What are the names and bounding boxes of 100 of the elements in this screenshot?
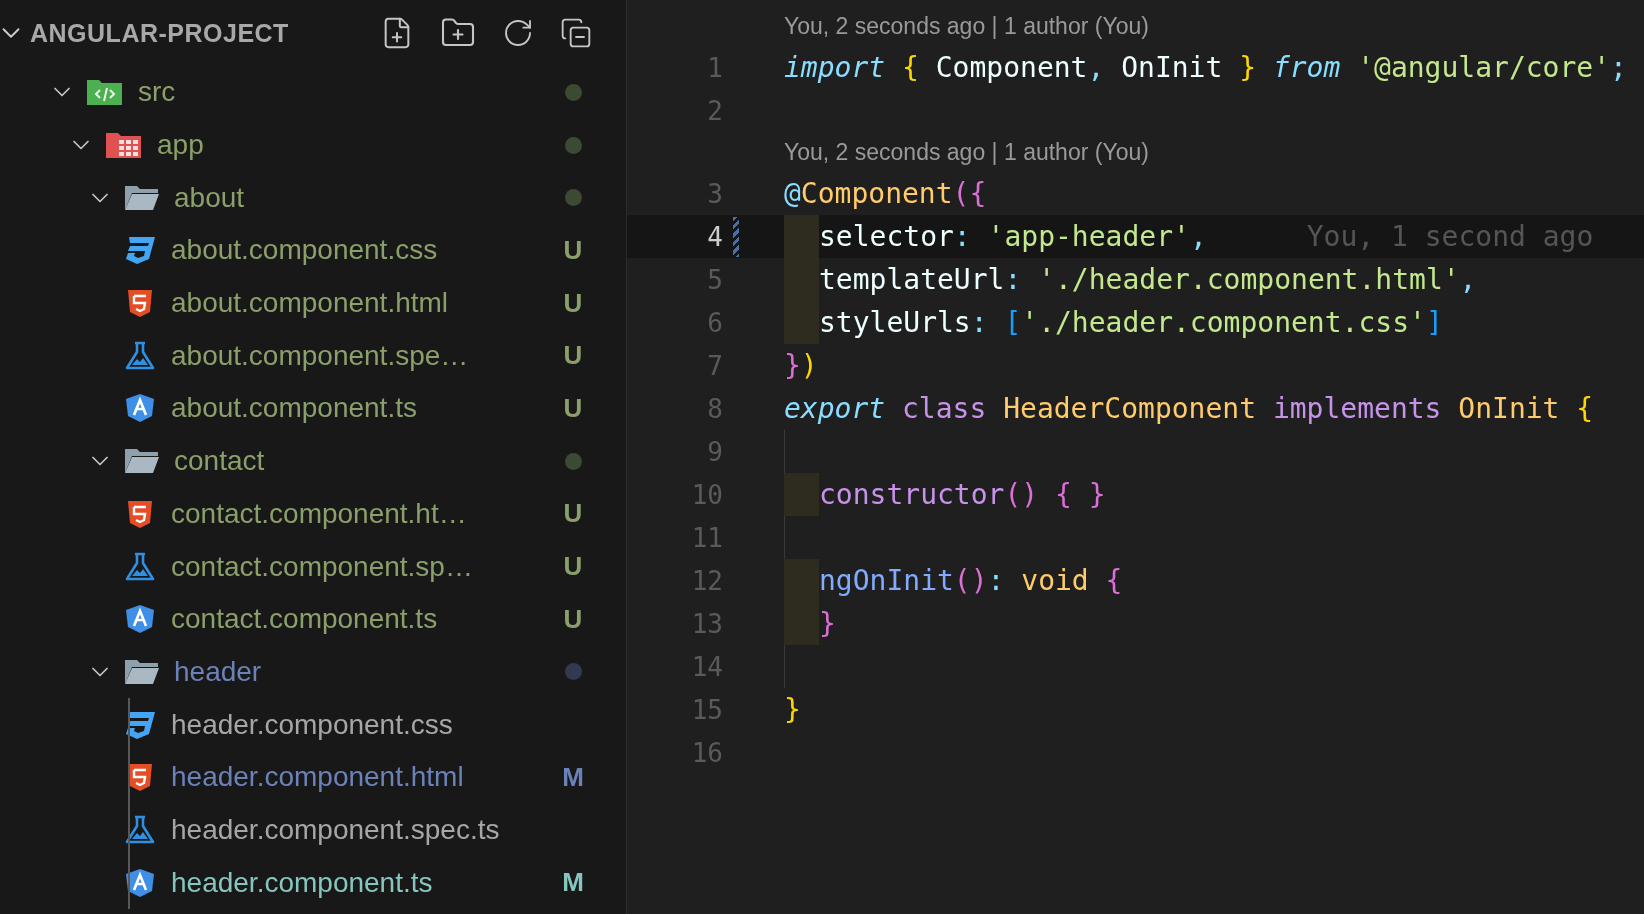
flask-icon xyxy=(123,340,157,371)
code-token: : xyxy=(1004,263,1023,296)
file-name: about.component.css xyxy=(171,234,439,267)
file-row[interactable]: contact.component.ht… U xyxy=(0,487,626,541)
code-token: styleUrls xyxy=(819,306,971,339)
file-row[interactable]: about.component.css U xyxy=(0,224,626,277)
git-status: U xyxy=(562,340,584,372)
folder-icon xyxy=(124,447,160,476)
code-token: OnInit xyxy=(1458,392,1561,425)
line-number: 1 xyxy=(706,52,723,83)
file-name: header xyxy=(174,655,263,688)
file-name: header.component.spec.ts xyxy=(171,813,501,846)
code-token: 'app-header' xyxy=(987,220,1190,253)
code-token: ; xyxy=(1610,51,1627,84)
status-dot xyxy=(565,452,582,470)
project-title[interactable]: ANGULAR-PROJECT xyxy=(30,18,358,48)
code-token: import xyxy=(784,51,887,84)
line-number: 10 xyxy=(690,479,723,510)
file-row[interactable]: about.component.ts U xyxy=(0,382,626,435)
code-token: OnInit xyxy=(1120,51,1224,84)
code-token: { xyxy=(969,177,987,210)
code-token: ( xyxy=(952,177,970,210)
line-number: 14 xyxy=(690,651,723,682)
code-token: './header.component.css' xyxy=(1021,306,1426,339)
code-token: { xyxy=(1576,392,1594,425)
code-token: ] xyxy=(1425,306,1443,339)
line-number: 7 xyxy=(706,350,723,381)
line-number: 3 xyxy=(706,178,723,209)
git-status: U xyxy=(562,551,584,583)
line-number: 16 xyxy=(690,737,723,768)
file-row[interactable]: header.component.html M xyxy=(0,750,626,804)
code-token: () { } xyxy=(1004,478,1106,511)
status-dot xyxy=(565,83,582,101)
code-token: ) xyxy=(800,349,818,382)
flask-icon xyxy=(123,814,157,845)
status-dot xyxy=(565,189,582,207)
file-name: src xyxy=(138,76,177,109)
file-name: contact.component.ts xyxy=(171,603,439,636)
folder-row[interactable]: contact xyxy=(0,434,626,488)
git-status: U xyxy=(562,603,584,635)
code-token: export xyxy=(784,392,887,425)
file-name: contact xyxy=(174,445,266,478)
codelens-text[interactable]: You, 2 seconds ago | 1 author (You) xyxy=(784,12,1149,40)
file-name: header.component.ts xyxy=(171,866,434,899)
angular-icon xyxy=(123,393,157,424)
folder-row[interactable]: app xyxy=(0,118,626,172)
line-number: 4 xyxy=(706,221,723,252)
code-token: { xyxy=(902,51,919,84)
file-row[interactable]: about.component.html U xyxy=(0,276,626,330)
line-number: 13 xyxy=(690,608,723,639)
file-name: about.component.html xyxy=(171,287,450,320)
code-token: [ xyxy=(1004,306,1022,339)
line-number: 15 xyxy=(690,694,723,725)
css-icon xyxy=(123,709,157,740)
line-number: 9 xyxy=(706,436,723,467)
file-name: contact.component.sp… xyxy=(171,550,474,583)
code-token: Component xyxy=(934,51,1088,84)
code-token: @ xyxy=(784,177,801,210)
code-token: HeaderComponent xyxy=(1003,392,1258,425)
file-row[interactable]: header.component.spec.ts xyxy=(0,803,626,857)
angular-icon xyxy=(123,604,157,635)
line-number: 5 xyxy=(706,264,723,295)
git-status: M xyxy=(561,761,585,793)
code-token: } xyxy=(784,349,801,382)
code-token: : xyxy=(987,564,1006,597)
code-token: void xyxy=(1021,564,1090,597)
folder-row[interactable]: header xyxy=(0,645,626,699)
file-name: about.component.spe… xyxy=(171,339,470,372)
line-number: 12 xyxy=(690,565,723,596)
file-name: header.component.css xyxy=(171,708,454,741)
code-token: ngOnInit xyxy=(819,564,954,597)
code-folder-icon xyxy=(86,77,124,108)
code-token: '@angular/core' xyxy=(1357,51,1611,84)
code-token: templateUrl xyxy=(819,263,1005,296)
code-token: './header.component.html' xyxy=(1038,263,1460,296)
status-dot xyxy=(565,663,582,681)
code-token: } xyxy=(1239,51,1258,84)
flask-icon xyxy=(123,551,157,582)
folder-row[interactable]: about xyxy=(0,171,626,225)
file-row[interactable]: header.component.css xyxy=(0,698,626,751)
codelens-text[interactable]: You, 2 seconds ago | 1 author (You) xyxy=(784,138,1149,166)
code-token: , xyxy=(1087,51,1105,84)
git-status: U xyxy=(562,392,584,424)
file-row[interactable]: about.component.spe… U xyxy=(0,329,626,383)
git-status: U xyxy=(562,234,584,266)
file-name: header.component.html xyxy=(171,761,465,794)
line-number: 2 xyxy=(706,95,723,126)
code-token: : xyxy=(953,220,972,253)
file-row[interactable]: contact.component.ts U xyxy=(0,592,626,646)
code-token: from xyxy=(1272,51,1342,84)
angular-icon xyxy=(123,867,157,898)
code-token: class xyxy=(902,392,988,425)
folder-row[interactable]: src xyxy=(0,66,626,119)
grid-folder-icon xyxy=(105,130,143,161)
status-dot xyxy=(565,136,582,154)
git-status: U xyxy=(562,287,584,319)
code-token: () xyxy=(953,564,988,597)
git-status: U xyxy=(562,498,584,530)
file-row[interactable]: contact.component.sp… U xyxy=(0,540,626,593)
line-number: 11 xyxy=(690,522,723,553)
